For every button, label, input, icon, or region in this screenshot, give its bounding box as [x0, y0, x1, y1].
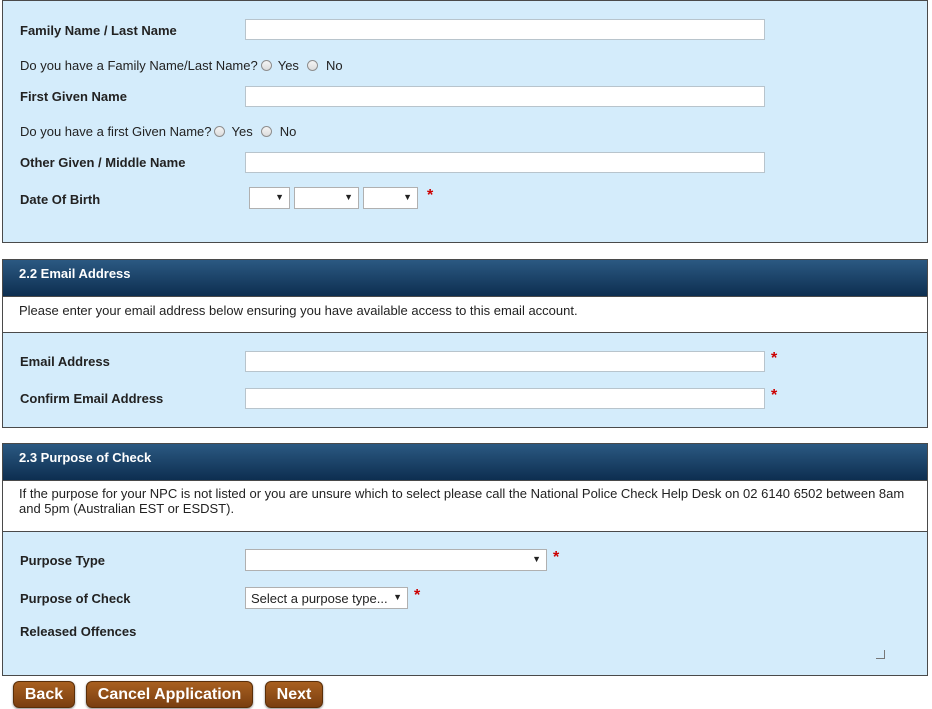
back-button[interactable]: Back: [13, 681, 75, 708]
purpose-of-check-select[interactable]: Select a purpose type... ▼: [245, 587, 408, 609]
next-button[interactable]: Next: [265, 681, 323, 708]
first-given-question: Do you have a first Given Name? Yes No: [20, 124, 296, 139]
confirm-email-label: Confirm Email Address: [20, 391, 164, 406]
email-info-text: Please enter your email address below en…: [3, 296, 927, 333]
middle-name-input[interactable]: [245, 152, 765, 173]
first-given-question-text: Do you have a first Given Name?: [20, 124, 212, 139]
family-name-question-text: Do you have a Family Name/Last Name?: [20, 58, 258, 73]
purpose-type-required-mark: *: [553, 549, 560, 566]
chevron-down-icon: ▼: [344, 192, 353, 202]
email-label: Email Address: [20, 354, 110, 369]
family-name-label: Family Name / Last Name: [20, 23, 177, 38]
email-input[interactable]: [245, 351, 765, 372]
released-offences-label: Released Offences: [20, 624, 137, 639]
family-name-no-label: No: [325, 58, 343, 73]
email-section-header: 2.2 Email Address: [3, 260, 927, 296]
family-name-yes-radio[interactable]: [260, 60, 272, 71]
dob-year-select[interactable]: ▼: [363, 187, 418, 209]
family-name-yes-label: Yes: [277, 58, 299, 73]
chevron-down-icon: ▼: [275, 192, 284, 202]
first-given-name-label: First Given Name: [20, 89, 127, 104]
textarea-resize-handle[interactable]: [876, 650, 885, 659]
first-given-yes-label: Yes: [231, 124, 253, 139]
first-given-no-label: No: [279, 124, 297, 139]
confirm-email-required-mark: *: [771, 387, 778, 404]
dob-required-mark: *: [427, 187, 434, 204]
personal-details-panel: Family Name / Last Name Do you have a Fa…: [2, 0, 928, 243]
family-name-no-radio[interactable]: [306, 60, 318, 71]
chevron-down-icon: ▼: [403, 192, 412, 202]
dob-month-select[interactable]: ▼: [294, 187, 359, 209]
email-panel: 2.2 Email Address Please enter your emai…: [2, 259, 928, 428]
first-given-yes-radio[interactable]: [214, 126, 226, 137]
middle-name-label: Other Given / Middle Name: [20, 155, 186, 170]
family-name-question: Do you have a Family Name/Last Name? Yes N…: [20, 58, 343, 73]
email-required-mark: *: [771, 350, 778, 367]
family-name-input[interactable]: [245, 19, 765, 40]
purpose-of-check-value: Select a purpose type...: [251, 591, 388, 606]
confirm-email-input[interactable]: [245, 388, 765, 409]
first-given-no-radio[interactable]: [260, 126, 272, 137]
purpose-of-check-label: Purpose of Check: [20, 591, 131, 606]
purpose-section-header: 2.3 Purpose of Check: [3, 444, 927, 480]
cancel-application-button[interactable]: Cancel Application: [86, 681, 253, 708]
chevron-down-icon: ▼: [393, 592, 402, 602]
purpose-type-select[interactable]: ▼: [245, 549, 547, 571]
chevron-down-icon: ▼: [532, 554, 541, 564]
first-given-name-input[interactable]: [245, 86, 765, 107]
purpose-of-check-required-mark: *: [414, 587, 421, 604]
purpose-type-label: Purpose Type: [20, 553, 106, 568]
dob-label: Date Of Birth: [20, 192, 101, 207]
purpose-info-text: If the purpose for your NPC is not liste…: [3, 480, 927, 532]
purpose-panel: 2.3 Purpose of Check If the purpose for …: [2, 443, 928, 676]
dob-day-select[interactable]: ▼: [249, 187, 290, 209]
